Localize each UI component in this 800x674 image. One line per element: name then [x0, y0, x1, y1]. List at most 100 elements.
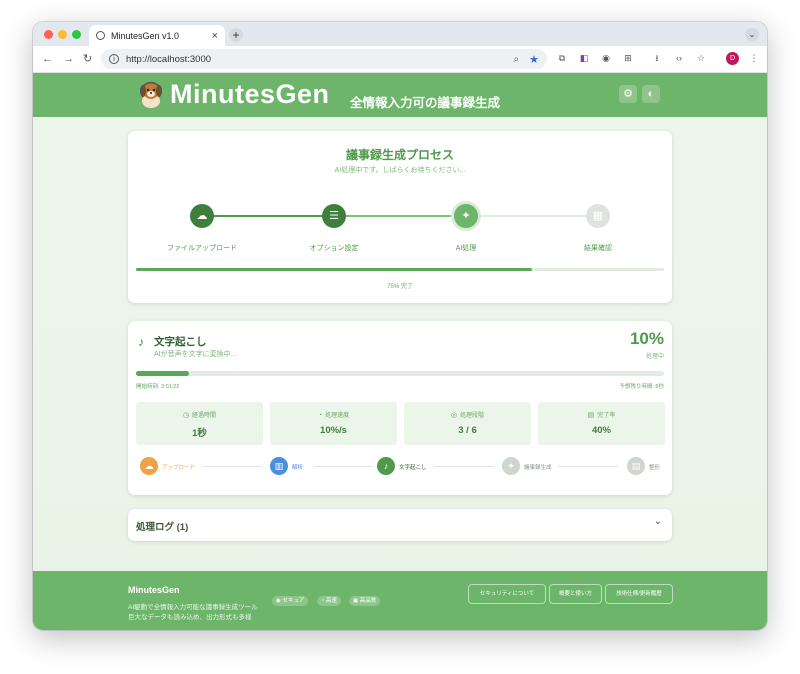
dog-mascot-logo: [140, 81, 162, 108]
stage-transcription-icon: ♪: [377, 457, 395, 475]
step-upload-icon: ☁: [190, 204, 214, 228]
stage-analysis-label: 解析: [292, 465, 304, 471]
zoom-icon[interactable]: ⌕: [514, 54, 520, 65]
footer-title: MinutesGen: [128, 585, 180, 595]
target-icon: ◎: [450, 412, 458, 419]
stat-speed: ◔ 処理速度 10%/s: [270, 402, 397, 445]
stat-value: 40%: [591, 425, 611, 436]
start-time: 開始時刻: 3:01:22: [136, 384, 180, 390]
chevron-down-icon[interactable]: ⌄: [654, 516, 662, 527]
reload-icon[interactable]: ↻: [83, 52, 92, 66]
browser-tab[interactable]: MinutesGen v1.0 ×: [89, 25, 225, 46]
stage-connector: [558, 466, 618, 467]
process-card: 議事録生成プロセス AI処理中です。しばらくお待ちください... ☁ ☰ ✦ ▦…: [128, 131, 672, 303]
transcription-card: ♪ 文字起こし AIが音声を文字に変換中... 10% 処理中 開始時刻: 3:…: [128, 321, 672, 495]
quality-icon: ▣: [353, 598, 359, 604]
badge-label: 高品質: [359, 598, 377, 604]
stat-label: 完了率: [597, 413, 616, 419]
footer-description: 巨大なデータも読み込め、出力形式も多様: [128, 614, 252, 621]
palette-icon: ◐: [647, 88, 655, 100]
badge-label: 高速: [325, 598, 337, 604]
forward-icon[interactable]: →: [63, 52, 74, 66]
stage-upload-icon: ☁: [140, 457, 158, 475]
chart-icon: ▤: [587, 412, 595, 419]
badge-secure: ◉ セキュア: [272, 596, 309, 606]
tab-bar: MinutesGen v1.0 × + ⌄: [33, 22, 767, 46]
transcription-progress-bar: [136, 371, 664, 376]
security-button[interactable]: セキュリティについて: [468, 584, 546, 604]
stat-label: 処理速度: [325, 413, 350, 419]
tab-close-icon[interactable]: ×: [212, 30, 218, 42]
processing-log-accordion[interactable]: 処理ログ (1) ⌄: [128, 509, 672, 541]
overall-progress-fill: [136, 268, 532, 271]
settings-button[interactable]: ⚙: [619, 85, 637, 103]
globe-icon: [96, 31, 105, 40]
stage-minutes-icon: ✦: [502, 457, 520, 475]
reading-list-icon[interactable]: ☆: [695, 52, 707, 64]
transcription-progress-fill: [136, 371, 189, 376]
stat-value: 10%/s: [320, 425, 347, 436]
extension-icon[interactable]: ◧: [578, 52, 590, 64]
step-result-label: 結果確認: [584, 245, 612, 252]
stat-elapsed: ◷ 経過時間 1秒: [136, 402, 263, 445]
stage-connector: [314, 466, 374, 467]
shield-icon: ◉: [276, 598, 281, 604]
stat-completion: ▤ 完了率 40%: [538, 402, 665, 445]
browser-menu-icon[interactable]: ⋮: [748, 52, 760, 64]
app-header: MinutesGen 全情報入力可の議事録生成 ⚙ ◐: [33, 73, 767, 117]
camera-icon[interactable]: ◉: [600, 52, 612, 64]
step-ai-label: AI処理: [455, 245, 477, 252]
stage-connector: [202, 466, 262, 467]
remaining-time: 予想残り時間: 8秒: [619, 384, 664, 390]
puzzle-icon[interactable]: ⊞: [622, 52, 634, 64]
download-icon[interactable]: ⭳: [651, 52, 663, 64]
step-options-icon: ☰: [322, 204, 346, 228]
step-options-label: オプション設定: [309, 245, 359, 252]
new-tab-button[interactable]: +: [229, 28, 243, 42]
stat-stage: ◎ 処理段階 3 / 6: [404, 402, 531, 445]
badge-fast: ◔ 高速: [317, 596, 341, 606]
badge-quality: ▣ 高品質: [349, 596, 381, 606]
extension-icon[interactable]: ⧉: [556, 52, 568, 64]
brand-tagline: 全情報入力可の議事録生成: [350, 96, 501, 110]
gear-icon: ⚙: [623, 88, 633, 100]
stage-connector: [434, 466, 494, 467]
bookmark-star-icon[interactable]: ★: [529, 53, 539, 66]
step-connector: [334, 215, 466, 217]
stat-value: 1秒: [192, 428, 207, 439]
transcription-percent: 10%: [629, 329, 664, 348]
minimize-window-button[interactable]: [58, 30, 67, 39]
stage-format-icon: ▤: [627, 457, 645, 475]
step-ai-icon: ✦: [454, 204, 478, 228]
speedometer-icon: ◔: [317, 412, 323, 419]
tech-specs-button[interactable]: 技術仕様/更新履歴: [605, 584, 673, 604]
process-title: 議事録生成プロセス: [345, 148, 454, 162]
profile-avatar[interactable]: D: [726, 52, 739, 65]
tab-title: MinutesGen v1.0: [111, 30, 180, 41]
stat-value: 3 / 6: [458, 425, 477, 436]
maximize-window-button[interactable]: [72, 30, 81, 39]
clock-icon: ◷: [182, 412, 190, 419]
url-text[interactable]: http://localhost:3000: [126, 54, 514, 65]
address-bar[interactable]: i http://localhost:3000 ⌕ ★: [101, 49, 547, 69]
close-window-button[interactable]: [44, 30, 53, 39]
tab-search-button[interactable]: ⌄: [745, 28, 759, 42]
page-content: MinutesGen 全情報入力可の議事録生成 ⚙ ◐ 議事録生成プロセス AI…: [33, 73, 767, 630]
site-info-icon[interactable]: i: [109, 54, 119, 64]
app-footer: MinutesGen AI駆動で全情報入力可能な議事録生成ツール 巨大なデータも…: [33, 571, 767, 630]
transcription-subtitle: AIが音声を文字に変換中...: [154, 351, 237, 358]
stage-analysis-icon: ▥: [270, 457, 288, 475]
theme-button[interactable]: ◐: [642, 85, 660, 103]
back-icon[interactable]: ←: [42, 52, 53, 66]
step-connector: [466, 215, 598, 217]
navigation-bar: ← → ↻ i http://localhost:3000 ⌕ ★ ⧉ ◧ ◉ …: [33, 46, 767, 73]
stage-minutes-label: 議事録生成: [524, 465, 552, 471]
overview-button[interactable]: 概要と使い方: [549, 584, 602, 604]
stage-upload-label: アップロード: [162, 465, 196, 471]
code-icon[interactable]: ‹›: [673, 52, 685, 64]
stage-format-label: 整形: [649, 465, 661, 471]
stat-label: 処理段階: [460, 413, 485, 419]
overall-progress-label: 75% 完了: [387, 284, 413, 290]
browser-window: MinutesGen v1.0 × + ⌄ ← → ↻ i http://loc…: [33, 22, 767, 630]
step-upload-label: ファイルアップロード: [167, 245, 237, 252]
